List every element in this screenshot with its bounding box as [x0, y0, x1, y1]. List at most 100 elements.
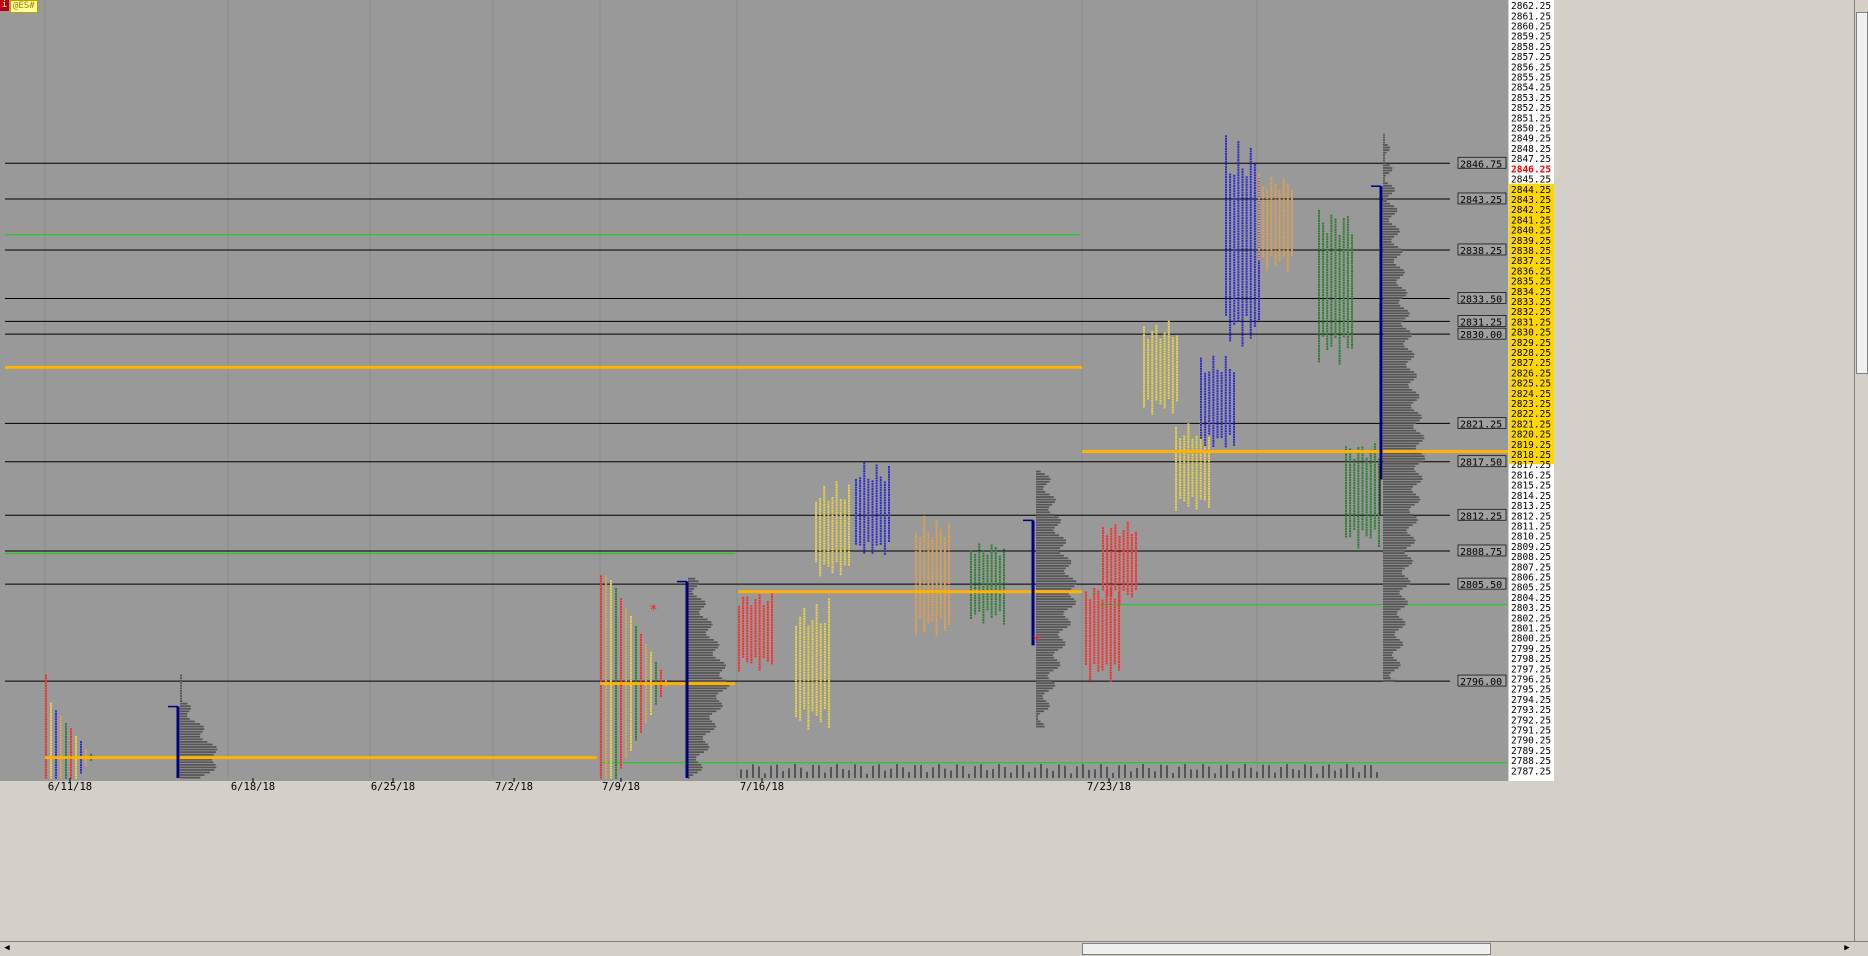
tpo-cell: [75, 774, 77, 776]
tpo-cell: [1322, 332, 1324, 334]
tpo-cell: [1179, 464, 1181, 466]
tpo-cell: [1349, 533, 1351, 535]
tpo-cell: [1246, 215, 1248, 217]
tpo-cell: [820, 713, 822, 715]
tpo-cell: [859, 477, 861, 479]
tpo-cell: [803, 672, 805, 674]
tpo-cell: [1266, 205, 1268, 207]
tpo-cell: [1233, 315, 1235, 317]
tpo-cell: [1347, 328, 1349, 330]
tpo-cell: [615, 774, 617, 776]
tpo-cell: [915, 600, 917, 602]
tpo-cell: [1275, 207, 1277, 209]
tpo-cell: [1093, 611, 1095, 613]
tpo-cell: [1318, 325, 1320, 327]
tpo-cell: [746, 625, 748, 627]
tpo-cell: [1225, 443, 1227, 445]
tpo-cell: [803, 644, 805, 646]
tpo-cell: [1347, 344, 1349, 346]
tpo-cell: [884, 494, 886, 496]
tpo-cell: [1225, 428, 1227, 430]
tpo-cell: [919, 537, 921, 539]
tpo-cell: [936, 632, 938, 634]
tpo-cell: [932, 576, 934, 578]
tpo-cell: [1270, 177, 1272, 179]
tpo-cell: [1175, 478, 1177, 480]
tpo-cell: [1212, 432, 1214, 434]
tpo-cell: [970, 586, 972, 588]
tpo-cell: [832, 530, 834, 532]
tpo-cell: [1233, 436, 1235, 438]
tpo-cell: [1097, 667, 1099, 669]
tpo-cell: [948, 623, 950, 625]
tpo-cell: [1330, 345, 1332, 347]
tpo-cell: [1266, 218, 1268, 220]
tpo-cell: [50, 713, 52, 715]
tpo-cell: [1208, 473, 1210, 475]
tpo-cell: [1262, 233, 1264, 235]
tpo-cell: [1262, 194, 1264, 196]
tpo-cell: [1110, 652, 1112, 654]
tpo-cell: [1110, 611, 1112, 613]
tpo-cell: [1237, 279, 1239, 281]
tpo-cell: [812, 658, 814, 660]
tpo-cell: [1351, 331, 1353, 333]
tpo-cell: [974, 582, 976, 584]
tpo-cell: [859, 510, 861, 512]
tpo-cell: [1233, 406, 1235, 408]
tpo-cell: [1089, 607, 1091, 609]
tpo-cell: [803, 674, 805, 676]
tpo-cell: [1374, 522, 1376, 524]
tpo-cell: [1250, 326, 1252, 328]
tpo-cell: [1343, 226, 1345, 228]
tpo-cell: [827, 554, 829, 556]
tpo-cell: [1318, 322, 1320, 324]
tpo-cell: [85, 761, 87, 763]
tpo-cell: [944, 624, 946, 626]
tpo-cell: [55, 731, 57, 733]
tpo-cell: [1362, 490, 1364, 492]
tpo-cell: [1179, 477, 1181, 479]
tpo-cell: [936, 530, 938, 532]
tpo-cell: [1347, 311, 1349, 313]
tpo-cell: [936, 553, 938, 555]
tpo-cell: [1212, 394, 1214, 396]
tpo-cell: [1345, 518, 1347, 520]
tpo-cell: [944, 547, 946, 549]
tpo-cell: [1318, 335, 1320, 337]
tpo-cell: [1357, 541, 1359, 543]
tpo-cell: [840, 548, 842, 550]
tpo-cell: [1318, 276, 1320, 278]
tpo-cell: [1114, 652, 1116, 654]
tpo-cell: [1114, 604, 1116, 606]
tpo-cell: [1118, 651, 1120, 653]
tpo-cell: [827, 503, 829, 505]
tpo-cell: [738, 657, 740, 659]
tpo-cell: [1258, 215, 1260, 217]
tpo-cell: [70, 746, 72, 748]
tpo-cell: [1339, 363, 1341, 365]
tpo-cell: [1172, 409, 1174, 411]
tpo-cell: [75, 751, 77, 753]
tpo-cell: [1204, 470, 1206, 472]
tpo-cell: [863, 508, 865, 510]
market-profile-chart[interactable]: 2846.752843.252838.252833.502831.252830.…: [0, 0, 1868, 941]
tpo-cell: [1343, 297, 1345, 299]
tpo-cell: [1106, 563, 1108, 565]
tpo-cell: [1258, 245, 1260, 247]
tpo-cell: [746, 615, 748, 617]
tpo-cell: [799, 698, 801, 700]
tpo-cell: [1237, 151, 1239, 153]
tpo-cell: [1318, 355, 1320, 357]
tpo-cell: [1093, 631, 1095, 633]
tpo-cell: [944, 583, 946, 585]
tpo-cell: [1208, 475, 1210, 477]
tpo-cell: [1102, 560, 1104, 562]
tpo-cell: [923, 615, 925, 617]
tpo-cell: [948, 562, 950, 564]
tpo-cell: [823, 524, 825, 526]
tpo-cell: [970, 607, 972, 609]
tpo-cell: [816, 673, 818, 675]
tpo-cell: [915, 628, 917, 630]
tpo-cell: [1151, 405, 1153, 407]
